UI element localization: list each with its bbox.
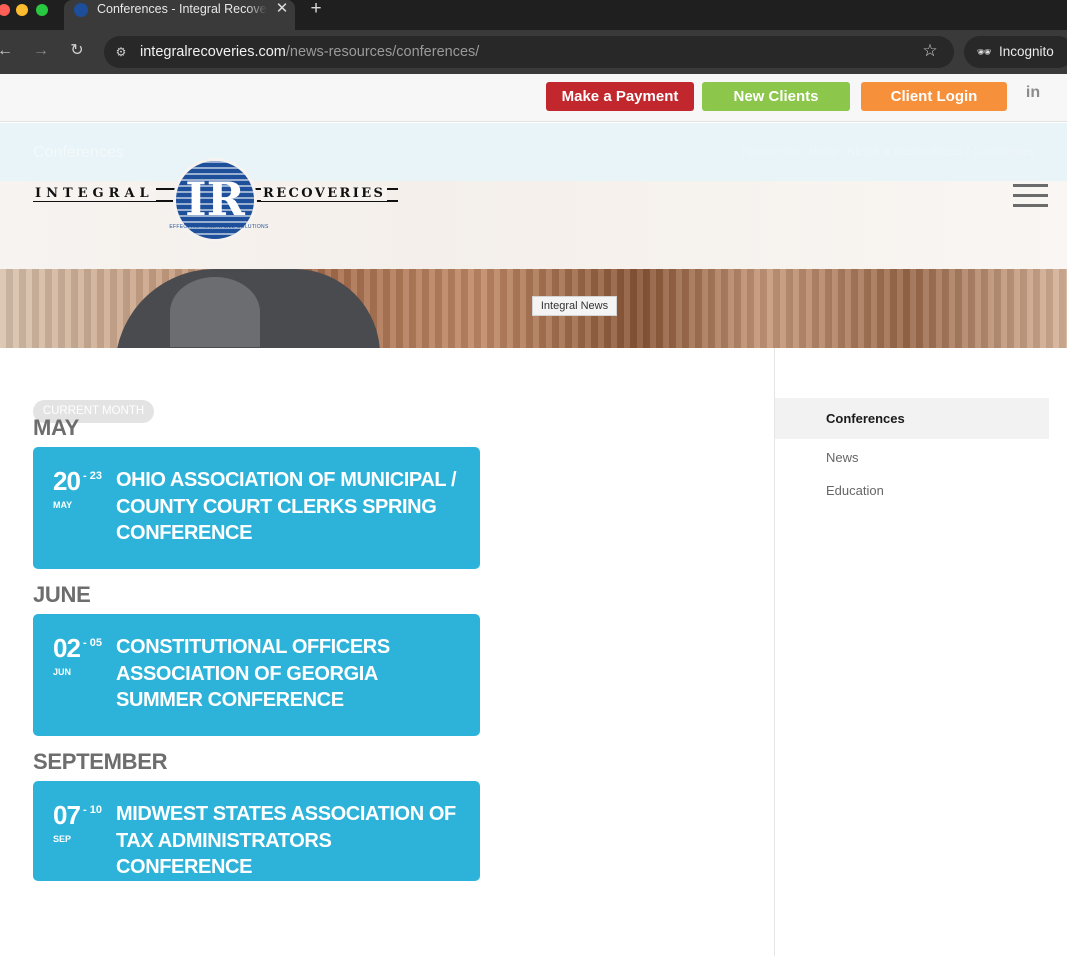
close-window-button[interactable] <box>0 4 10 16</box>
site-info-icon[interactable]: ⚙ <box>112 43 130 61</box>
tab-title: Conferences - Integral Recoveries <box>97 2 267 18</box>
event-end-day: - 10 <box>83 804 102 816</box>
event-start-day: 20 <box>53 466 81 496</box>
menu-line <box>1013 194 1048 197</box>
logo-word-recoveries: RECOVERIES <box>261 186 388 201</box>
menu-line <box>1013 204 1048 207</box>
url-host: integralrecoveries.com <box>140 44 286 60</box>
main-content: CURRENT MONTH MAY 20 - 23 MAY OHIO ASSOC… <box>0 348 774 956</box>
event-card[interactable]: 20 - 23 MAY OHIO ASSOCIATION OF MUNICIPA… <box>33 447 480 569</box>
speaker-shoulder-highlight <box>170 277 260 347</box>
event-title[interactable]: MIDWEST STATES ASSOCIATION OF TAX ADMINI… <box>116 801 471 881</box>
browser-tab[interactable]: Conferences - Integral Recoveries ✕ <box>64 0 295 30</box>
site-favicon-icon <box>74 3 88 17</box>
linkedin-icon[interactable]: in <box>1024 83 1042 103</box>
event-start-day: 02 <box>53 633 81 663</box>
event-title[interactable]: OHIO ASSOCIATION OF MUNICIPAL / COUNTY C… <box>116 467 466 547</box>
client-login-button[interactable]: Client Login <box>861 82 1007 111</box>
sidebar: Conferences News Education <box>774 348 1067 956</box>
event-card[interactable]: 02 - 05 JUN CONSTITUTIONAL OFFICERS ASSO… <box>33 614 480 736</box>
event-end-day: - 23 <box>83 470 102 482</box>
sidebar-item-news[interactable]: News <box>826 450 859 465</box>
event-end-day: - 05 <box>83 637 102 649</box>
close-tab-icon[interactable]: ✕ <box>274 0 290 18</box>
forward-arrow-icon[interactable]: → <box>32 42 50 60</box>
new-clients-button[interactable]: New Clients <box>702 82 850 111</box>
reload-icon[interactable]: ↻ <box>68 42 86 60</box>
url-path: /news-resources/conferences/ <box>285 44 480 60</box>
incognito-icon: 🕶 <box>976 45 992 59</box>
event-card[interactable]: 07 - 10 SEP MIDWEST STATES ASSOCIATION O… <box>33 781 480 881</box>
month-heading: SEPTEMBER <box>33 749 168 774</box>
new-tab-icon[interactable]: + <box>306 0 326 19</box>
back-arrow-icon[interactable]: ← <box>0 42 14 60</box>
minimize-window-button[interactable] <box>16 4 28 16</box>
event-month: MAY <box>53 500 73 510</box>
menu-line <box>1013 184 1048 187</box>
web-page: Make a Payment New Clients Client Login … <box>0 74 1067 956</box>
event-start-day: 07 <box>53 800 81 830</box>
logo-word-integral: INTEGRAL <box>33 186 156 201</box>
incognito-label: Incognito <box>999 44 1054 59</box>
hero-banner: Integral News <box>0 269 1067 348</box>
utility-bar: Make a Payment New Clients Client Login … <box>0 74 1067 122</box>
browser-toolbar: ← → ↻ ⚙ integralrecoveries.com/news-reso… <box>0 30 1067 74</box>
event-month: JUN <box>53 667 72 677</box>
bookmark-star-icon[interactable]: ☆ <box>920 41 940 61</box>
event-title[interactable]: CONSTITUTIONAL OFFICERS ASSOCIATION OF G… <box>116 634 466 714</box>
browser-tab-strip: Conferences - Integral Recoveries ✕ + <box>0 0 1067 30</box>
site-logo[interactable]: INTEGRAL RECOVERIES IR EFFECTIVE RECEIVA… <box>33 158 398 242</box>
menu-hamburger-icon[interactable] <box>1013 184 1048 210</box>
incognito-indicator[interactable]: 🕶 Incognito <box>964 36 1067 68</box>
url-text[interactable]: integralrecoveries.com/news-resources/co… <box>140 44 479 60</box>
event-month: SEP <box>53 834 72 844</box>
sidebar-item-conferences[interactable]: Conferences <box>826 411 905 426</box>
logo-tagline: EFFECTIVE RECEIVABLE SOLUTIONS <box>169 224 269 230</box>
address-bar[interactable]: ⚙ integralrecoveries.com/news-resources/… <box>104 36 954 68</box>
month-heading: MAY <box>33 415 79 440</box>
breadcrumb[interactable]: You are here: Home / NEWS & RESOURCES / … <box>740 146 1050 158</box>
zoom-window-button[interactable] <box>36 4 48 16</box>
sidebar-active-highlight <box>775 398 1049 439</box>
hero-label: Integral News <box>532 296 617 316</box>
logo-monogram: IR <box>185 172 245 226</box>
sidebar-item-education[interactable]: Education <box>826 483 884 498</box>
make-payment-button[interactable]: Make a Payment <box>546 82 694 111</box>
month-heading: JUNE <box>33 582 91 607</box>
